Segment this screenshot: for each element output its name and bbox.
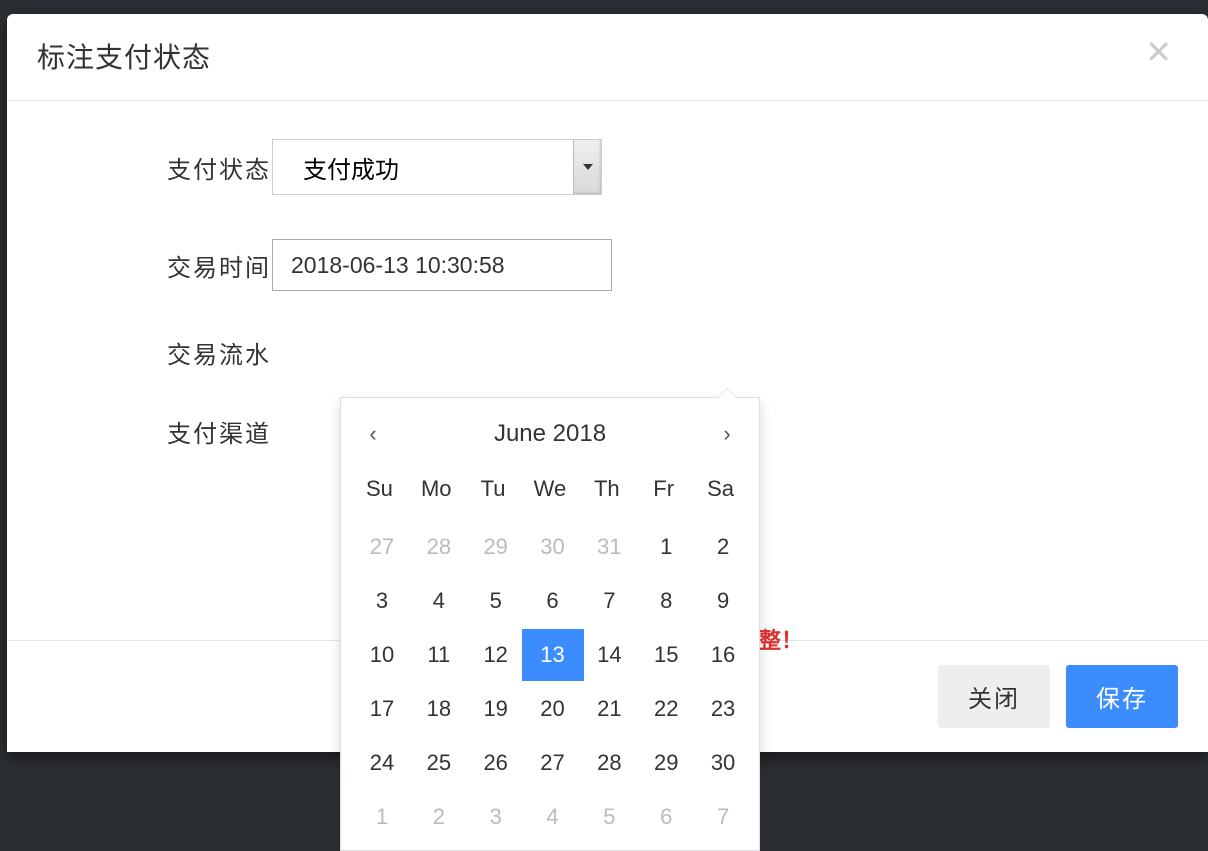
- weekday-header: Fr: [635, 466, 692, 520]
- background-warning-text: 整！: [759, 623, 803, 655]
- calendar-day[interactable]: 14: [578, 628, 635, 682]
- calendar-day[interactable]: 1: [351, 790, 408, 844]
- calendar-week-row: 24252627282930: [351, 736, 749, 790]
- next-month-button[interactable]: ›: [715, 421, 739, 447]
- calendar-day[interactable]: 9: [692, 574, 749, 628]
- calendar-week-row: 3456789: [351, 574, 749, 628]
- calendar-day[interactable]: 15: [635, 628, 692, 682]
- calendar-day[interactable]: 12: [465, 628, 522, 682]
- calendar-week-row: 10111213141516: [351, 628, 749, 682]
- calendar-day[interactable]: 29: [635, 736, 692, 790]
- payment-channel-label: 支付渠道: [37, 414, 272, 449]
- calendar-day[interactable]: 19: [465, 682, 522, 736]
- row-transaction-serial: 交易流水: [37, 335, 1178, 370]
- calendar-day[interactable]: 29: [465, 520, 522, 574]
- datepicker-grid: SuMoTuWeThFrSa 2728293031123456789101112…: [351, 466, 749, 844]
- calendar-week-row: 17181920212223: [351, 682, 749, 736]
- calendar-day[interactable]: 11: [408, 628, 465, 682]
- calendar-day[interactable]: 23: [692, 682, 749, 736]
- modal-title: 标注支付状态: [37, 36, 211, 76]
- calendar-day[interactable]: 3: [465, 790, 522, 844]
- datepicker-header: ‹ June 2018 ›: [351, 412, 749, 466]
- modal-body: 支付状态 支付成功 交易时间 交易流水 支付渠道 整！: [7, 101, 1208, 640]
- payment-status-value: 支付成功: [303, 150, 399, 185]
- calendar-day[interactable]: 26: [465, 736, 522, 790]
- calendar-day[interactable]: 5: [465, 574, 522, 628]
- row-transaction-time: 交易时间: [37, 239, 1178, 291]
- calendar-day[interactable]: 4: [408, 574, 465, 628]
- payment-status-label: 支付状态: [37, 150, 272, 185]
- chevron-down-icon: [573, 140, 601, 194]
- weekday-header: We: [522, 466, 579, 520]
- calendar-day[interactable]: 6: [522, 574, 579, 628]
- prev-month-button[interactable]: ‹: [361, 421, 385, 447]
- calendar-day[interactable]: 20: [522, 682, 579, 736]
- calendar-day[interactable]: 13: [522, 628, 579, 682]
- popover-arrow-icon: [717, 388, 737, 398]
- weekday-header: Su: [351, 466, 408, 520]
- weekday-row: SuMoTuWeThFrSa: [351, 466, 749, 520]
- weekday-header: Mo: [408, 466, 465, 520]
- payment-status-select[interactable]: 支付成功: [272, 139, 602, 195]
- weekday-header: Th: [578, 466, 635, 520]
- calendar-day[interactable]: 22: [635, 682, 692, 736]
- weekday-header: Tu: [465, 466, 522, 520]
- calendar-day[interactable]: 6: [635, 790, 692, 844]
- transaction-time-label: 交易时间: [37, 248, 272, 283]
- calendar-day[interactable]: 3: [351, 574, 408, 628]
- calendar-day[interactable]: 5: [578, 790, 635, 844]
- calendar-day[interactable]: 18: [408, 682, 465, 736]
- calendar-day[interactable]: 21: [578, 682, 635, 736]
- calendar-week-row: 272829303112: [351, 520, 749, 574]
- close-icon[interactable]: ✕: [1139, 36, 1178, 68]
- calendar-day[interactable]: 10: [351, 628, 408, 682]
- calendar-day[interactable]: 30: [692, 736, 749, 790]
- calendar-day[interactable]: 2: [692, 520, 749, 574]
- calendar-day[interactable]: 28: [408, 520, 465, 574]
- calendar-day[interactable]: 7: [578, 574, 635, 628]
- calendar-day[interactable]: 24: [351, 736, 408, 790]
- modal-dialog: 标注支付状态 ✕ 支付状态 支付成功 交易时间 交易流水 支付渠道: [7, 14, 1208, 752]
- row-payment-status: 支付状态 支付成功: [37, 139, 1178, 195]
- calendar-day[interactable]: 31: [578, 520, 635, 574]
- weekday-header: Sa: [692, 466, 749, 520]
- calendar-day[interactable]: 1: [635, 520, 692, 574]
- modal-header: 标注支付状态 ✕: [7, 14, 1208, 101]
- transaction-serial-label: 交易流水: [37, 335, 272, 370]
- calendar-day[interactable]: 27: [522, 736, 579, 790]
- transaction-time-input[interactable]: [272, 239, 612, 291]
- calendar-day[interactable]: 8: [635, 574, 692, 628]
- calendar-day[interactable]: 27: [351, 520, 408, 574]
- save-button[interactable]: 保存: [1066, 665, 1178, 728]
- calendar-week-row: 1234567: [351, 790, 749, 844]
- calendar-day[interactable]: 4: [522, 790, 579, 844]
- calendar-day[interactable]: 25: [408, 736, 465, 790]
- calendar-day[interactable]: 2: [408, 790, 465, 844]
- calendar-day[interactable]: 16: [692, 628, 749, 682]
- close-button[interactable]: 关闭: [938, 665, 1050, 728]
- calendar-day[interactable]: 7: [692, 790, 749, 844]
- calendar-day[interactable]: 30: [522, 520, 579, 574]
- calendar-day[interactable]: 17: [351, 682, 408, 736]
- calendar-day[interactable]: 28: [578, 736, 635, 790]
- datepicker-title[interactable]: June 2018: [494, 420, 606, 448]
- datepicker-popover: ‹ June 2018 › SuMoTuWeThFrSa 27282930311…: [340, 397, 760, 851]
